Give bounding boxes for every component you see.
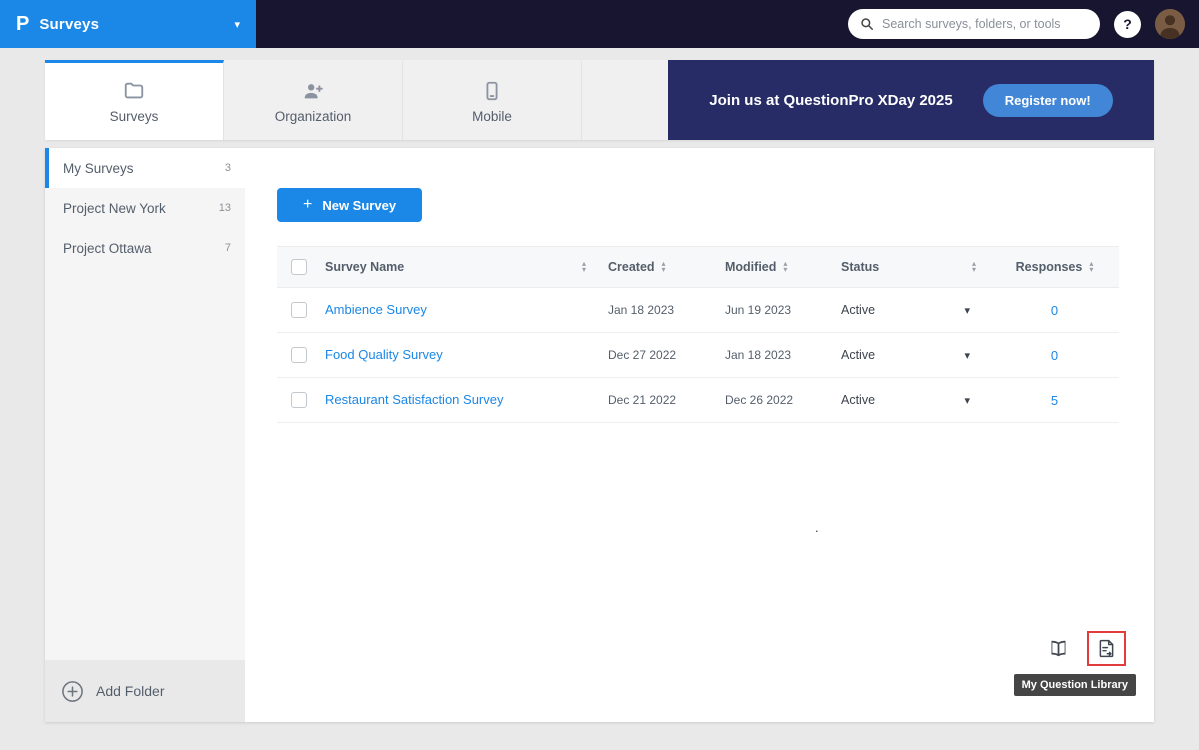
survey-name-link[interactable]: Restaurant Satisfaction Survey [325, 392, 503, 407]
topbar-right: ? [848, 9, 1199, 39]
row-checkbox[interactable] [291, 347, 307, 363]
table-row: Restaurant Satisfaction Survey Dec 21 20… [277, 378, 1119, 423]
status-dropdown-caret-icon[interactable]: ▾ [964, 349, 990, 362]
tab-strip-filler [582, 60, 668, 140]
surveys-table: Survey Name ▴ ▾ Created ▴ ▾ Modified ▴ ▾ St… [277, 246, 1119, 423]
xday-banner: Join us at QuestionPro XDay 2025 Registe… [668, 60, 1154, 140]
tab-surveys[interactable]: Surveys [45, 60, 224, 140]
row-checkbox[interactable] [291, 392, 307, 408]
tab-surveys-label: Surveys [109, 108, 159, 124]
question-library-tooltip: My Question Library [1013, 674, 1136, 696]
sort-icon[interactable]: ▴ ▾ [662, 260, 666, 274]
sidebar-item-count: 3 [224, 162, 231, 174]
header-label: Created [608, 260, 655, 274]
help-button[interactable]: ? [1114, 10, 1141, 38]
sidebar-item-my-surveys[interactable]: My Surveys 3 [45, 148, 245, 188]
select-all-checkbox[interactable] [291, 259, 307, 275]
question-library-icon [1099, 639, 1114, 658]
avatar[interactable] [1155, 9, 1185, 39]
header-created[interactable]: Created ▴ ▾ [600, 260, 717, 275]
surveys-content: + New Survey Survey Name ▴ ▾ Created ▴ ▾ M… [245, 148, 1154, 722]
header-label: Modified [725, 260, 777, 274]
survey-name-link[interactable]: Food Quality Survey [325, 347, 443, 362]
status-value: Active [841, 303, 876, 317]
table-header-row: Survey Name ▴ ▾ Created ▴ ▾ Modified ▴ ▾ St… [277, 246, 1119, 288]
survey-name-link[interactable]: Ambience Survey [325, 302, 427, 317]
add-folder-button[interactable]: Add Folder [45, 660, 245, 722]
folder-icon [124, 82, 144, 98]
avatar-image [1155, 9, 1185, 39]
search-box[interactable] [848, 9, 1100, 39]
folders-sidebar: My Surveys 3 Project New York 13 Project… [45, 148, 245, 722]
sort-icon[interactable]: ▴ ▾ [1089, 260, 1093, 274]
phone-icon [486, 81, 498, 100]
responses-count-link[interactable]: 5 [1051, 393, 1058, 408]
plus-circle-icon [62, 680, 83, 702]
header-label: Status [841, 260, 880, 274]
table-row: Food Quality Survey Dec 27 2022 Jan 18 2… [277, 333, 1119, 378]
header-status[interactable]: Status ▴ ▾ [833, 260, 990, 275]
corner-tools: My Question Library [1013, 631, 1136, 696]
tab-mobile[interactable]: Mobile [403, 60, 582, 140]
header-label: Responses [1015, 260, 1083, 274]
register-now-button[interactable]: Register now! [982, 83, 1113, 117]
header-checkbox-cell [277, 259, 325, 275]
survey-library-button[interactable] [1046, 636, 1071, 661]
banner-text: Join us at QuestionPro XDay 2025 [709, 91, 953, 109]
chevron-down-icon[interactable]: ▾ [234, 18, 240, 31]
sidebar-item-label: Project New York [63, 200, 166, 216]
question-library-highlight: My Question Library [1013, 631, 1136, 696]
status-value: Active [841, 393, 876, 407]
status-dropdown-caret-icon[interactable]: ▾ [964, 304, 990, 317]
stray-cursor-dot: . [815, 520, 819, 535]
tab-mobile-label: Mobile [472, 108, 512, 124]
sidebar-item-project-new-york[interactable]: Project New York 13 [45, 188, 245, 228]
tab-strip: Surveys Organization Mobile Join us at Q… [45, 60, 1154, 140]
new-survey-button[interactable]: + New Survey [277, 188, 423, 222]
modified-date: Dec 26 2022 [725, 393, 794, 407]
add-folder-label: Add Folder [96, 683, 165, 699]
header-responses[interactable]: Responses ▴ ▾ [990, 260, 1119, 275]
sidebar-item-count: 7 [224, 242, 231, 254]
add-user-icon [304, 83, 323, 98]
sort-icon[interactable]: ▴ ▾ [582, 260, 586, 274]
row-checkbox[interactable] [291, 302, 307, 318]
plus-icon: + [303, 196, 313, 213]
created-date: Jan 18 2023 [608, 303, 675, 317]
sidebar-item-project-ottawa[interactable]: Project Ottawa 7 [45, 228, 245, 268]
header-modified[interactable]: Modified ▴ ▾ [717, 260, 833, 275]
status-value: Active [841, 348, 876, 362]
main-card: My Surveys 3 Project New York 13 Project… [45, 148, 1154, 722]
topbar: P Surveys ▾ ? [0, 0, 1199, 48]
my-question-library-button[interactable] [1094, 636, 1119, 661]
header-survey-name[interactable]: Survey Name ▴ ▾ [325, 260, 600, 275]
app-title: Surveys [39, 15, 100, 33]
sidebar-item-label: My Surveys [63, 160, 134, 176]
questionpro-logo-icon: P [16, 13, 30, 35]
modified-date: Jun 19 2023 [725, 303, 792, 317]
tab-organization[interactable]: Organization [224, 60, 403, 140]
responses-count-link[interactable]: 0 [1051, 303, 1058, 318]
search-icon [861, 18, 874, 31]
sort-icon[interactable]: ▴ ▾ [972, 260, 976, 274]
tab-organization-label: Organization [274, 108, 352, 124]
new-survey-label: New Survey [322, 197, 397, 213]
product-switcher[interactable]: P Surveys ▾ [0, 0, 256, 48]
status-dropdown-caret-icon[interactable]: ▾ [964, 394, 990, 407]
header-label: Survey Name [325, 260, 405, 274]
search-input[interactable] [882, 17, 1088, 31]
sidebar-item-count: 13 [218, 202, 231, 214]
responses-count-link[interactable]: 0 [1051, 348, 1058, 363]
created-date: Dec 21 2022 [608, 393, 677, 407]
sort-icon[interactable]: ▴ ▾ [783, 260, 787, 274]
created-date: Dec 27 2022 [608, 348, 677, 362]
modified-date: Jan 18 2023 [725, 348, 792, 362]
sidebar-item-label: Project Ottawa [63, 240, 152, 256]
book-icon [1051, 640, 1066, 657]
table-row: Ambience Survey Jan 18 2023 Jun 19 2023 … [277, 288, 1119, 333]
